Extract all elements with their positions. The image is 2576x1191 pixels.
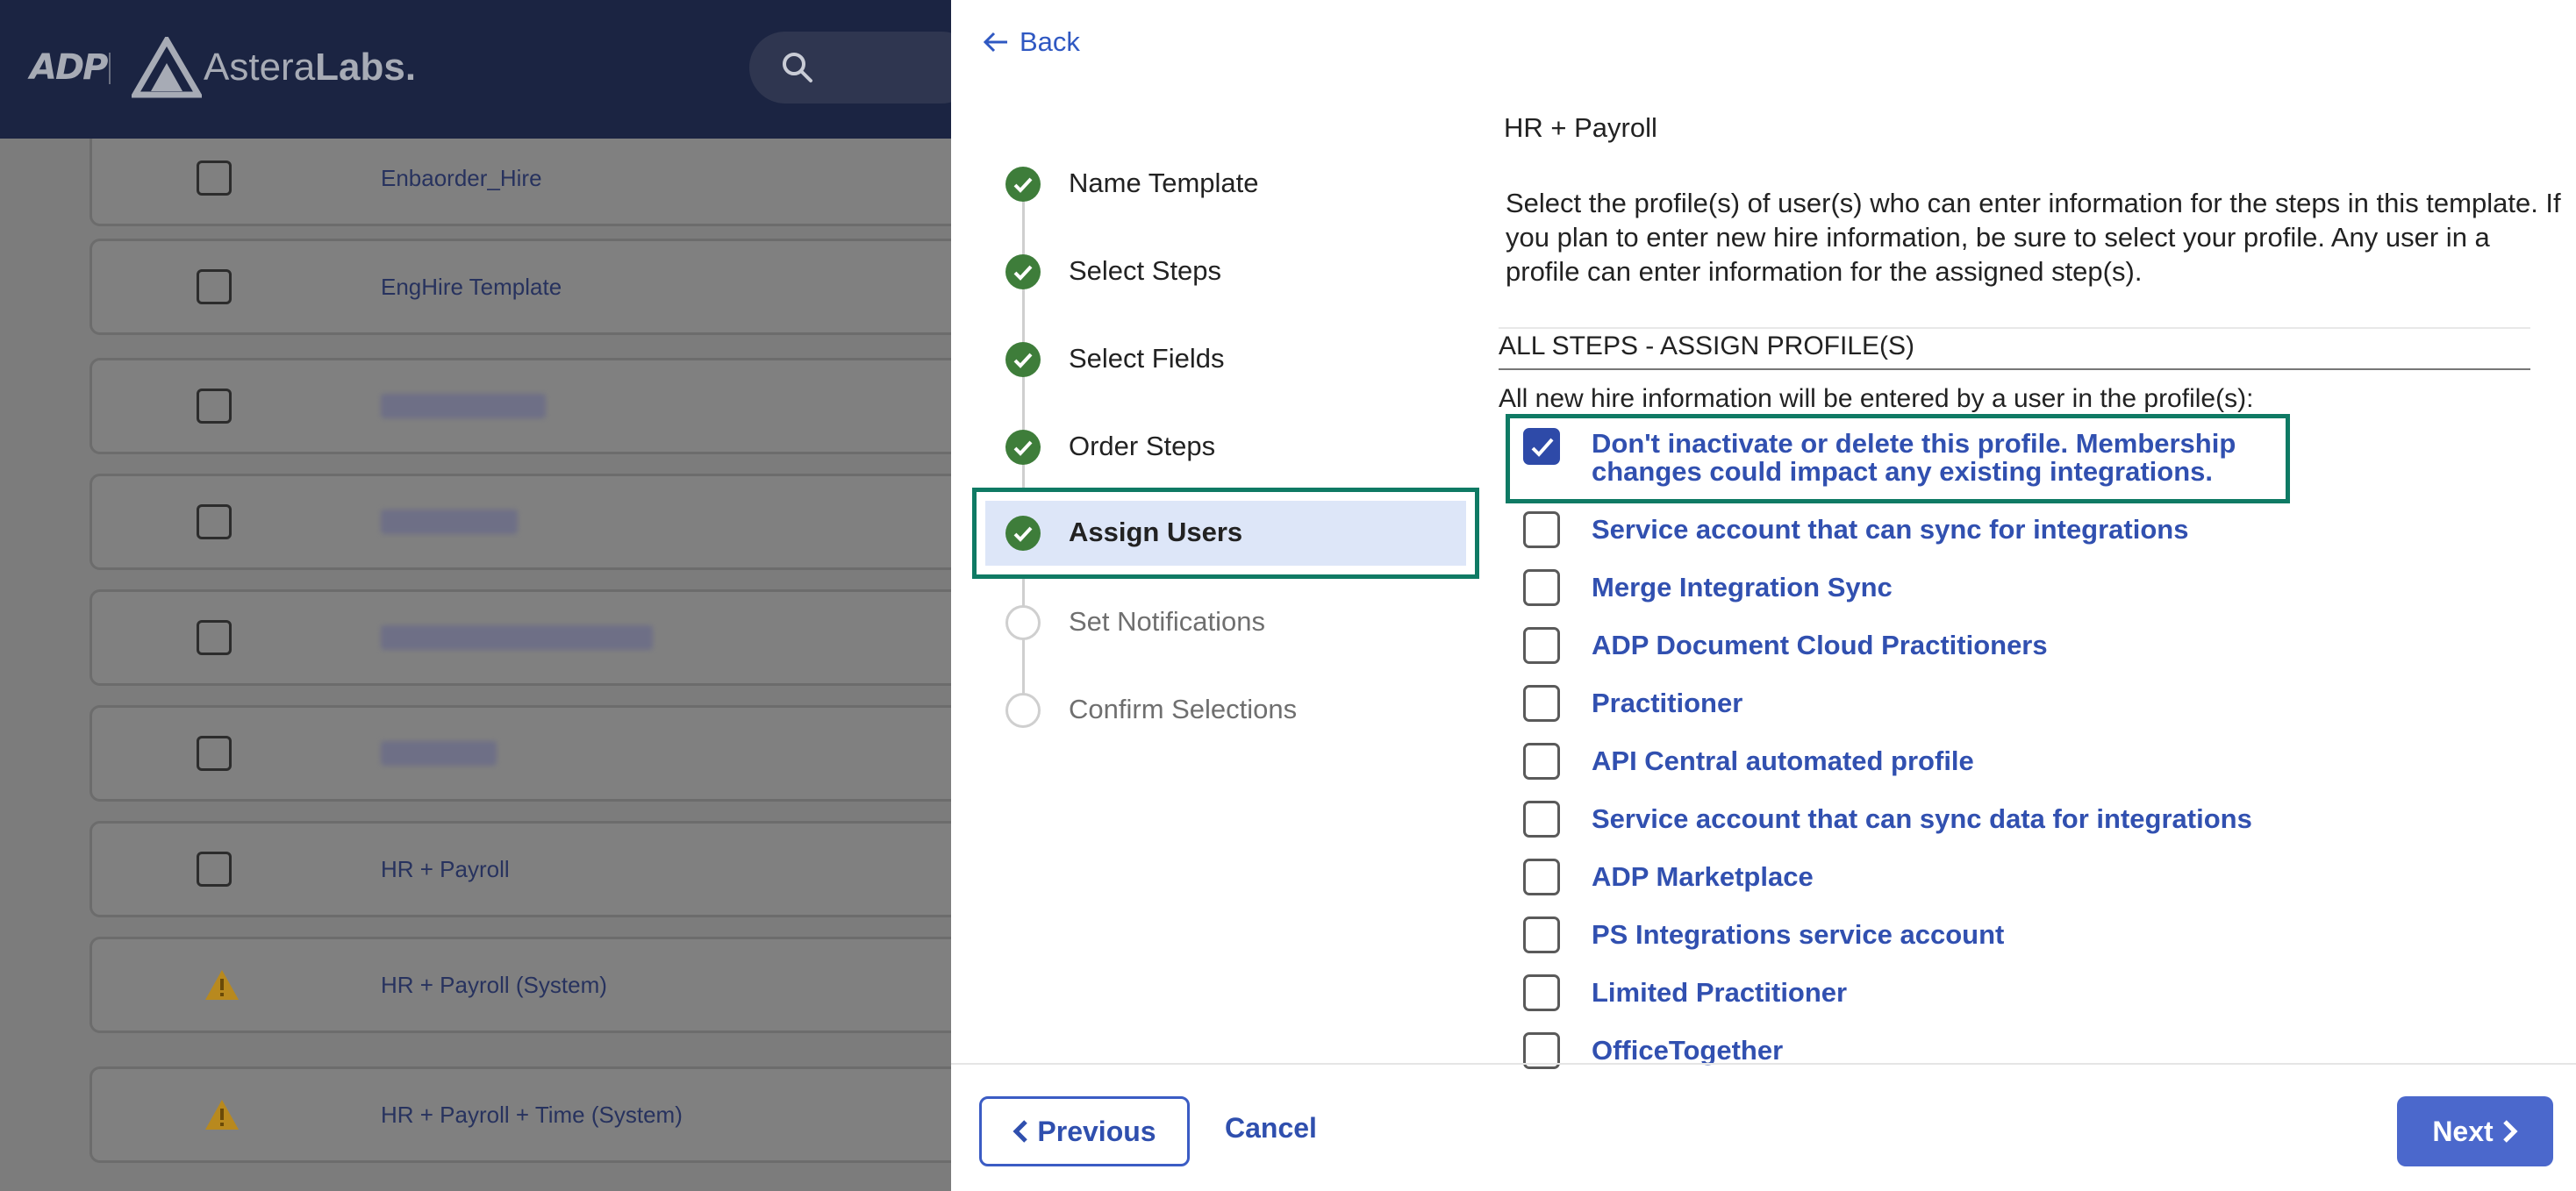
profile-label[interactable]: PS Integrations service account — [1592, 921, 2004, 949]
profile-label[interactable]: ADP Document Cloud Practitioners — [1592, 631, 2048, 660]
redacted-label — [381, 625, 653, 650]
back-link[interactable]: Back — [983, 26, 1080, 58]
step-assign-users[interactable]: Assign Users — [972, 488, 1479, 579]
section-heading: ALL STEPS - ASSIGN PROFILE(S) — [1499, 332, 2530, 370]
profile-label[interactable]: Don't inactivate or delete this profile.… — [1592, 430, 2258, 486]
row-checkbox[interactable] — [197, 736, 232, 771]
checkbox[interactable] — [1523, 743, 1560, 780]
step-label: Name Template — [1069, 168, 1259, 198]
redacted-label — [381, 741, 497, 766]
template-name-link[interactable]: Enbaorder_Hire — [381, 165, 542, 192]
step-label: Set Notifications — [1069, 606, 1265, 637]
chevron-right-icon — [2502, 1120, 2518, 1143]
step-label: Select Steps — [1069, 255, 1222, 286]
template-name-link[interactable]: HR + Payroll (System) — [381, 972, 607, 999]
previous-button[interactable]: Previous — [979, 1096, 1190, 1166]
logo-divider — [109, 53, 111, 84]
checkmark-icon — [1531, 438, 1554, 457]
row-checkbox[interactable] — [197, 389, 232, 424]
redacted-label — [381, 394, 546, 418]
profile-option[interactable]: Merge Integration Sync — [1523, 568, 1893, 607]
asteralabs-logo-text: AsteraLabs. — [204, 46, 417, 89]
global-search[interactable] — [749, 32, 977, 103]
checkbox-checked[interactable] — [1523, 428, 1560, 465]
row-checkbox[interactable] — [197, 620, 232, 655]
warning-icon — [205, 1100, 239, 1130]
instructions-text: Select the profile(s) of user(s) who can… — [1506, 188, 2561, 287]
profile-option[interactable]: Limited Practitioner — [1523, 973, 1847, 1012]
template-name-link[interactable]: EngHire Template — [381, 274, 562, 301]
check-circle-icon — [1005, 430, 1041, 465]
empty-circle-icon — [1005, 693, 1041, 728]
template-name-link[interactable]: HR + Payroll — [381, 856, 510, 883]
profile-label[interactable]: OfficeTogether — [1592, 1037, 1783, 1065]
checkbox[interactable] — [1523, 511, 1560, 548]
check-circle-icon — [1005, 167, 1041, 202]
back-label: Back — [1020, 26, 1080, 57]
arrow-left-icon — [983, 32, 1007, 53]
next-button[interactable]: Next — [2397, 1096, 2553, 1166]
profile-option[interactable]: ADP Marketplace — [1523, 858, 1814, 896]
next-label: Next — [2432, 1115, 2494, 1147]
section-hint: All new hire information will be entered… — [1499, 384, 2254, 413]
chevron-left-icon — [1013, 1120, 1028, 1143]
row-checkbox[interactable] — [197, 160, 232, 196]
step-select-steps[interactable]: Select Steps — [972, 232, 1460, 312]
profile-label[interactable]: Practitioner — [1592, 689, 1742, 717]
empty-circle-icon — [1005, 605, 1041, 640]
profile-label[interactable]: Service account that can sync for integr… — [1592, 516, 2188, 544]
step-order-steps[interactable]: Order Steps — [972, 407, 1460, 488]
checkbox[interactable] — [1523, 685, 1560, 722]
top-navigation-bar: ADP AsteraLabs. — [0, 0, 977, 139]
step-select-fields[interactable]: Select Fields — [972, 319, 1460, 400]
profile-option[interactable]: PS Integrations service account — [1523, 916, 2004, 954]
check-circle-icon — [1005, 254, 1041, 289]
profile-label[interactable]: Limited Practitioner — [1592, 979, 1847, 1007]
profile-label[interactable]: ADP Marketplace — [1592, 863, 1814, 891]
step-label: Confirm Selections — [1069, 694, 1298, 724]
profile-option[interactable]: API Central automated profile — [1523, 742, 1974, 781]
profile-label[interactable]: Service account that can sync data for i… — [1592, 805, 2252, 833]
footer-divider — [951, 1063, 2576, 1065]
template-name-link[interactable]: HR + Payroll + Time (System) — [381, 1102, 683, 1129]
warning-icon — [205, 970, 239, 1000]
row-checkbox[interactable] — [197, 504, 232, 539]
step-label: Assign Users — [1069, 517, 1243, 547]
checkbox[interactable] — [1523, 569, 1560, 606]
check-circle-icon — [1005, 342, 1041, 377]
checkbox[interactable] — [1523, 801, 1560, 838]
adp-logo: ADP — [30, 47, 108, 88]
profile-label[interactable]: API Central automated profile — [1592, 747, 1974, 775]
checkbox[interactable] — [1523, 627, 1560, 664]
checkbox[interactable] — [1523, 974, 1560, 1011]
step-set-notifications[interactable]: Set Notifications — [972, 582, 1460, 663]
cancel-button[interactable]: Cancel — [1225, 1112, 1317, 1145]
previous-label: Previous — [1037, 1115, 1156, 1147]
step-confirm-selections[interactable]: Confirm Selections — [972, 670, 1460, 751]
profile-option[interactable]: Practitioner — [1523, 684, 1742, 723]
profile-option[interactable]: Don't inactivate or delete this profile.… — [1523, 428, 2258, 486]
profile-option[interactable]: Service account that can sync for integr… — [1523, 510, 2188, 549]
template-list-background: Enbaorder_Hire EngHire Template HR + Payro… — [0, 139, 951, 1191]
redacted-label — [381, 510, 518, 534]
profile-option[interactable]: Service account that can sync data for i… — [1523, 800, 2252, 838]
search-icon — [783, 53, 812, 82]
step-label: Select Fields — [1069, 343, 1225, 374]
step-name-template[interactable]: Name Template — [972, 144, 1460, 225]
profile-option[interactable]: ADP Document Cloud Practitioners — [1523, 626, 2048, 665]
template-name: HR + Payroll — [1504, 112, 1657, 143]
check-circle-icon — [1005, 516, 1041, 551]
divider — [1499, 327, 2530, 329]
row-checkbox[interactable] — [197, 852, 232, 887]
checkbox[interactable] — [1523, 859, 1560, 895]
asteralabs-logo-mark — [132, 37, 202, 98]
profile-label[interactable]: Merge Integration Sync — [1592, 574, 1893, 602]
step-label: Order Steps — [1069, 431, 1216, 461]
assign-users-drawer: Back Name Template Select Steps Select F… — [951, 0, 2576, 1191]
checkbox[interactable] — [1523, 916, 1560, 953]
row-checkbox[interactable] — [197, 269, 232, 304]
